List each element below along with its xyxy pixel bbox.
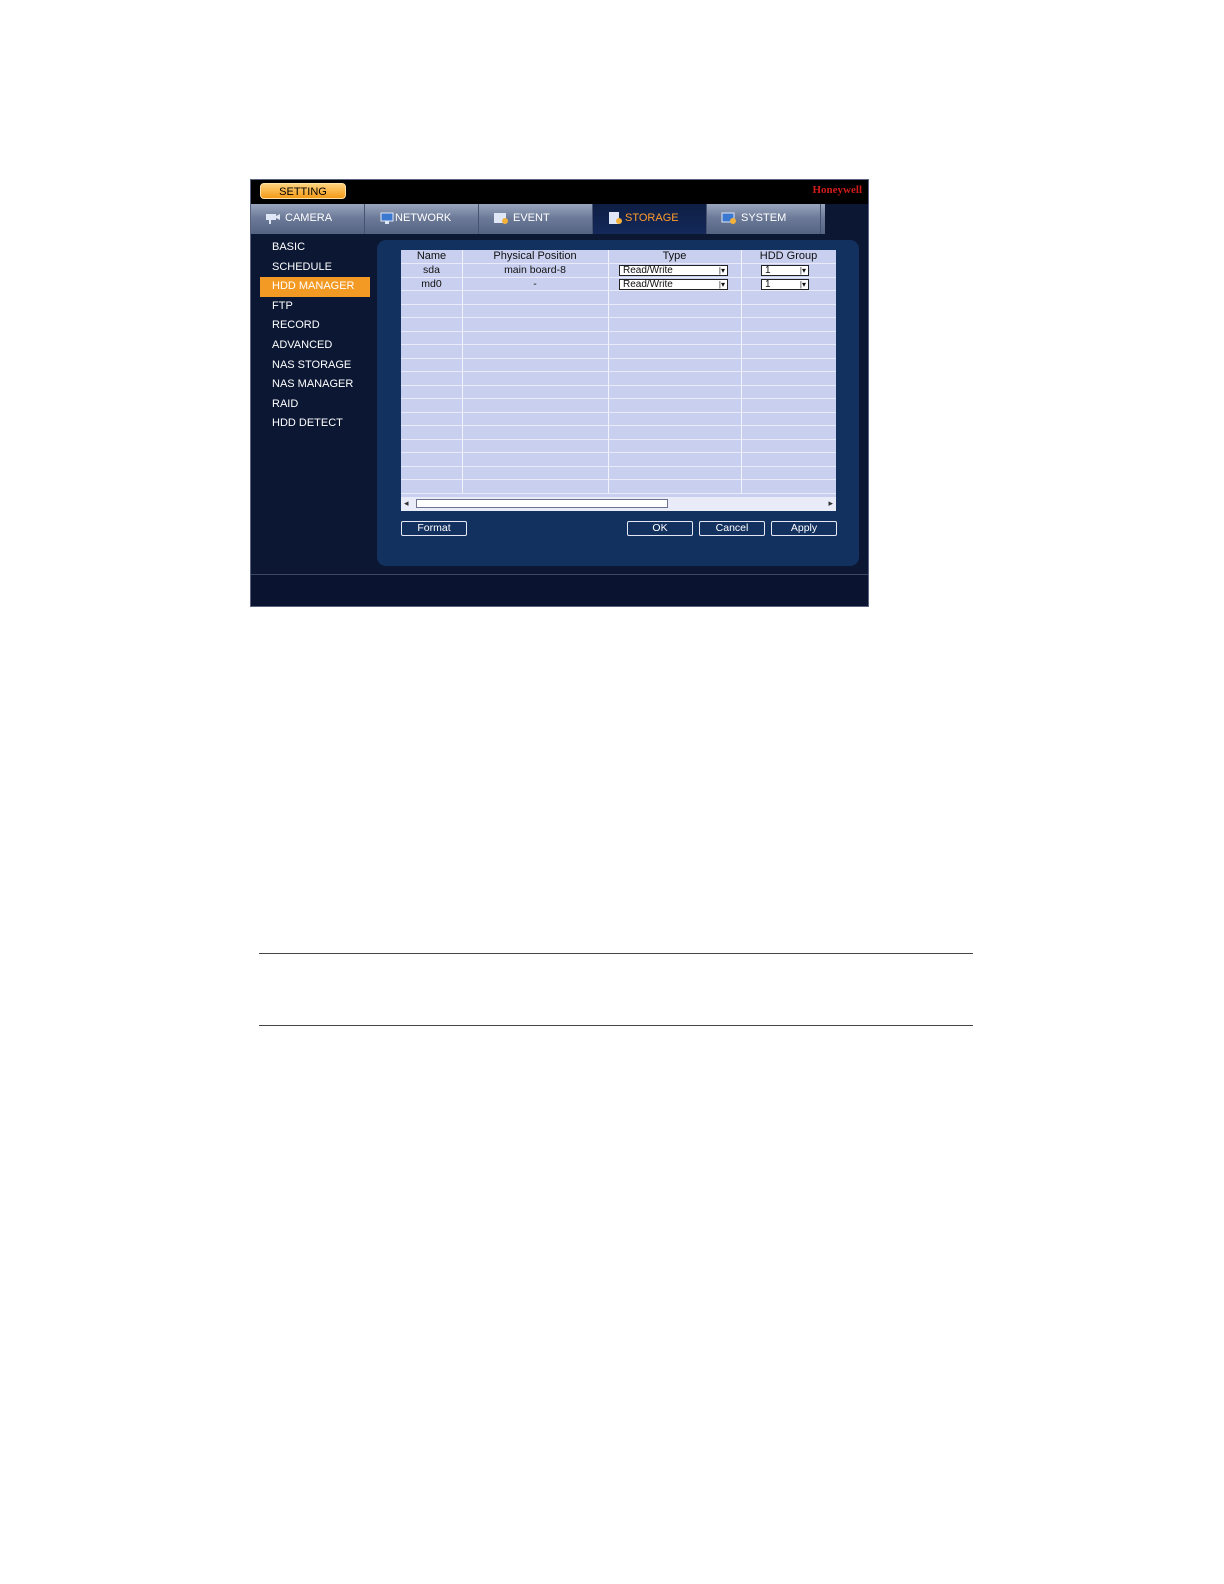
table-row-line [401,412,836,413]
table-row-line [401,358,836,359]
type-select[interactable]: Read/Write |▾ [619,265,728,276]
storage-side-menu: BASIC SCHEDULE HDD MANAGER FTP RECORD AD… [260,238,370,434]
table-cell-position: - [533,278,537,290]
sidebar-item-hdd-detect[interactable]: HDD DETECT [260,414,370,434]
setting-button[interactable]: SETTING [260,183,346,199]
hdd-group-select[interactable]: 1 |▾ [761,279,809,290]
chevron-down-icon: |▾ [718,280,725,289]
table-row-line [401,398,836,399]
hdd-manager-panel: Name Physical Position Type HDD Group sd… [377,240,859,566]
network-icon [380,212,394,224]
table-row-line [401,304,836,305]
table-row-line [401,385,836,386]
main-tab-bar: CAMERA NETWORK EVENT STORAGE SYSTEM [251,204,825,234]
title-bar: SETTING Honeywell [251,180,868,204]
tab-event[interactable]: EVENT [479,204,593,234]
horizontal-scrollbar[interactable]: ◂ ▸ [401,497,836,511]
scrollbar-thumb[interactable] [416,499,668,508]
tab-network[interactable]: NETWORK [365,204,479,234]
status-bar [251,574,868,606]
tab-camera[interactable]: CAMERA [251,204,365,234]
header-name: Name [416,250,447,262]
sidebar-item-ftp[interactable]: FTP [260,297,370,317]
system-icon [721,212,736,224]
type-select-value: Read/Write [623,265,673,276]
brand-logo: Honeywell [812,184,863,196]
header-hdd-group: HDD Group [759,250,818,262]
tab-system[interactable]: SYSTEM [707,204,821,234]
tab-storage[interactable]: STORAGE [593,204,707,234]
apply-button[interactable]: Apply [771,521,837,536]
hdd-table: Name Physical Position Type HDD Group sd… [401,250,836,511]
table-row-line [401,425,836,426]
divider-bottom [259,1025,973,1026]
sidebar-item-schedule[interactable]: SCHEDULE [260,258,370,278]
table-row-line [401,466,836,467]
sidebar-item-basic[interactable]: BASIC [260,238,370,258]
type-select[interactable]: Read/Write |▾ [619,279,728,290]
scroll-right-icon[interactable]: ▸ [828,498,833,509]
sidebar-item-nas-manager[interactable]: NAS MANAGER [260,375,370,395]
table-row-line [401,439,836,440]
header-physical-position: Physical Position [493,250,577,262]
tab-label: STORAGE [625,212,679,224]
cancel-button[interactable]: Cancel [699,521,765,536]
table-row-line [401,493,836,494]
hdd-group-select-value: 1 [765,265,771,276]
table-row-line [401,344,836,345]
table-row-line [401,452,836,453]
sidebar-item-raid[interactable]: RAID [260,395,370,415]
table-row-line [401,371,836,372]
chevron-down-icon: |▾ [799,280,806,289]
sidebar-item-hdd-manager[interactable]: HDD MANAGER [260,277,370,297]
type-select-value: Read/Write [623,279,673,290]
tab-label: CAMERA [285,212,333,224]
sidebar-item-record[interactable]: RECORD [260,316,370,336]
header-type: Type [662,250,687,262]
table-cell-name: md0 [421,278,442,290]
sidebar-item-nas-storage[interactable]: NAS STORAGE [260,356,370,376]
event-icon [494,213,508,224]
table-row-line [401,317,836,318]
camera-icon [266,214,280,224]
tab-label: SYSTEM [741,212,787,224]
chevron-down-icon: |▾ [799,266,806,275]
format-button[interactable]: Format [401,521,467,536]
tab-label: NETWORK [395,212,452,224]
dvr-settings-window: SETTING Honeywell CAMERA NETWORK EVENT S… [250,179,869,607]
hdd-group-select[interactable]: 1 |▾ [761,265,809,276]
chevron-down-icon: |▾ [718,266,725,275]
table-cell-name: sda [423,264,440,276]
tab-label: EVENT [513,212,550,224]
storage-icon [609,212,622,224]
ok-button[interactable]: OK [627,521,693,536]
sidebar-item-advanced[interactable]: ADVANCED [260,336,370,356]
divider-top [259,953,973,954]
scroll-left-icon[interactable]: ◂ [404,498,409,509]
table-row-line [401,479,836,480]
table-cell-position: main board-8 [504,264,566,276]
hdd-group-select-value: 1 [765,279,771,290]
table-row-line [401,331,836,332]
